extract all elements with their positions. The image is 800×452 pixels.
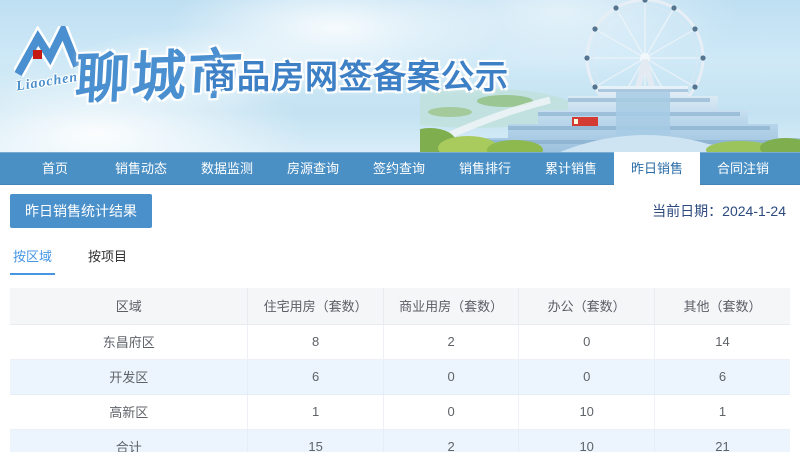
cell-other: 21 xyxy=(654,429,790,452)
column-header-commercial: 商业用房（套数） xyxy=(383,288,520,325)
nav-item-home[interactable]: 首页 xyxy=(12,152,98,185)
column-header-office: 办公（套数） xyxy=(518,288,655,325)
site-header: Liaocheng 聊城市 商品房网签备案公示 xyxy=(0,0,800,152)
nav-item-sales-ranking[interactable]: 销售排行 xyxy=(442,152,528,185)
nav-item-listing-search[interactable]: 房源查询 xyxy=(270,152,356,185)
cell-other: 14 xyxy=(654,324,790,360)
current-date: 当前日期：2024-1-24 xyxy=(652,201,790,221)
cell-residential: 1 xyxy=(247,394,384,430)
table-row-total: 合计 15 2 10 21 xyxy=(10,429,790,452)
table-header-row: 区域 住宅用房（套数） 商业用房（套数） 办公（套数） 其他（套数） xyxy=(10,288,790,325)
main-nav: 首页 销售动态 数据监测 房源查询 签约查询 销售排行 累计销售 昨日销售 合同… xyxy=(0,152,800,185)
cell-other: 1 xyxy=(654,394,790,430)
tab-by-project[interactable]: 按项目 xyxy=(85,244,130,275)
cell-office: 10 xyxy=(518,429,655,452)
current-date-label: 当前日期： xyxy=(652,203,723,219)
site-title: 商品房网签备案公示 xyxy=(203,58,509,95)
main-content: 昨日销售统计结果 当前日期：2024-1-24 按区域 按项目 区域 住宅用房（… xyxy=(0,194,800,452)
table-row: 开发区 6 0 0 6 xyxy=(10,359,790,395)
nav-item-contract-cancel[interactable]: 合同注销 xyxy=(700,152,786,185)
nav-item-yesterday-sales[interactable]: 昨日销售 xyxy=(614,152,700,185)
page-title: 昨日销售统计结果 xyxy=(10,194,152,228)
nav-item-data-monitor[interactable]: 数据监测 xyxy=(184,152,270,185)
cell-commercial: 0 xyxy=(383,394,520,430)
nav-item-total-sales[interactable]: 累计销售 xyxy=(528,152,614,185)
view-tabs: 按区域 按项目 xyxy=(10,244,790,275)
cell-region: 东昌府区 xyxy=(10,324,249,360)
table-row: 东昌府区 8 2 0 14 xyxy=(10,324,790,360)
cell-commercial: 2 xyxy=(383,324,520,360)
column-header-residential: 住宅用房（套数） xyxy=(247,288,384,325)
tab-by-region[interactable]: 按区域 xyxy=(10,244,56,275)
cell-region: 合计 xyxy=(10,429,249,452)
cell-other: 6 xyxy=(654,359,790,395)
nav-item-sales-dynamics[interactable]: 销售动态 xyxy=(98,152,184,185)
table-row: 高新区 1 0 10 1 xyxy=(10,394,790,430)
current-date-value: 2024-1-24 xyxy=(722,203,786,219)
cell-office: 10 xyxy=(518,394,655,430)
column-header-region: 区域 xyxy=(10,288,249,325)
cell-commercial: 0 xyxy=(383,359,520,395)
cell-region: 开发区 xyxy=(10,359,249,395)
cell-commercial: 2 xyxy=(383,429,520,452)
cell-residential: 8 xyxy=(247,324,384,360)
sales-statistics-table: 区域 住宅用房（套数） 商业用房（套数） 办公（套数） 其他（套数） 东昌府区 … xyxy=(10,288,790,452)
cell-office: 0 xyxy=(518,324,655,360)
cell-residential: 15 xyxy=(247,429,384,452)
cell-residential: 6 xyxy=(247,359,384,395)
column-header-other: 其他（套数） xyxy=(654,288,790,325)
nav-item-contract-search[interactable]: 签约查询 xyxy=(356,152,442,185)
cell-region: 高新区 xyxy=(10,394,249,430)
cell-office: 0 xyxy=(518,359,655,395)
